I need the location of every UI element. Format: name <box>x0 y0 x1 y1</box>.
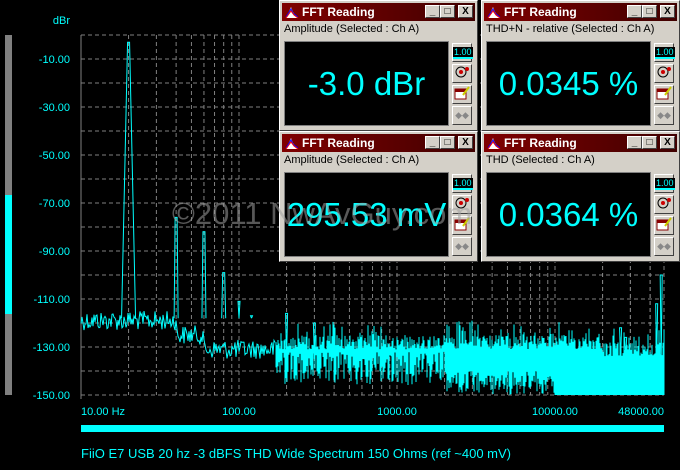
reading-value: -3.0 dBr <box>284 41 449 126</box>
minimize-button[interactable]: _ <box>627 5 642 18</box>
window-title: FFT Reading <box>504 136 577 150</box>
table-button[interactable] <box>452 216 472 235</box>
harmonic-peak <box>249 315 254 319</box>
reading-label: Amplitude (Selected : Ch A) <box>284 23 420 35</box>
app-icon <box>487 7 501 19</box>
app-icon <box>285 138 299 150</box>
navigate-arrows-button[interactable]: ◆◆ <box>452 237 472 256</box>
window-title: FFT Reading <box>302 136 375 150</box>
y-tick-label: -30.00 <box>39 102 70 114</box>
scale-icon: 1.00 <box>655 178 675 190</box>
maximize-button[interactable]: □ <box>440 5 455 18</box>
fft-reading-window-thdn[interactable]: FFT Reading _ □ X THD+N - relative (Sele… <box>481 0 680 131</box>
app-icon <box>487 138 501 150</box>
window-title: FFT Reading <box>302 5 375 19</box>
y-tick-label: -70.00 <box>39 198 70 210</box>
scale-icon: 1.00 <box>655 47 675 59</box>
fft-reading-window-thd[interactable]: FFT Reading _ □ X THD (Selected : Ch A) … <box>481 131 680 262</box>
arrows-icon: ◆◆ <box>455 241 469 251</box>
reading-label: THD+N - relative (Selected : Ch A) <box>486 23 655 35</box>
scale-button[interactable]: 1.00 <box>654 43 675 62</box>
close-button[interactable]: X <box>458 136 473 149</box>
chart-title: FiiO E7 USB 20 hz -3 dBFS THD Wide Spect… <box>81 446 511 461</box>
maximize-button[interactable]: □ <box>642 136 657 149</box>
scale-icon: 1.00 <box>453 178 473 190</box>
table-button[interactable] <box>654 85 674 104</box>
scale-button[interactable]: 1.00 <box>452 43 473 62</box>
table-edit-icon <box>656 217 672 231</box>
record-button[interactable] <box>452 64 472 83</box>
table-button[interactable] <box>654 216 674 235</box>
y-tick-label: -130.00 <box>33 342 70 354</box>
navigate-arrows-button[interactable]: ◆◆ <box>654 106 674 125</box>
close-button[interactable]: X <box>660 5 675 18</box>
scale-icon: 1.00 <box>453 47 473 59</box>
record-icon <box>455 66 469 78</box>
arrows-icon: ◆◆ <box>455 110 469 120</box>
y-axis-label: dBr <box>53 15 70 27</box>
record-icon <box>455 197 469 209</box>
minimize-button[interactable]: _ <box>425 5 440 18</box>
reading-label: Amplitude (Selected : Ch A) <box>284 154 420 166</box>
record-button[interactable] <box>654 195 674 214</box>
record-icon <box>657 197 671 209</box>
horizontal-scrollbar[interactable] <box>81 425 664 432</box>
x-tick-label: 10.00 Hz <box>81 406 125 418</box>
close-button[interactable]: X <box>660 136 675 149</box>
minimize-button[interactable]: _ <box>425 136 440 149</box>
title-bar[interactable]: FFT Reading _ □ X <box>484 134 677 152</box>
reading-label: THD (Selected : Ch A) <box>486 154 595 166</box>
scale-button[interactable]: 1.00 <box>452 174 473 193</box>
y-tick-label: -10.00 <box>39 54 70 66</box>
maximize-button[interactable]: □ <box>440 136 455 149</box>
level-bar-fill <box>5 195 12 314</box>
y-tick-label: -150.00 <box>33 390 70 402</box>
title-bar[interactable]: FFT Reading _ □ X <box>282 134 475 152</box>
fft-reading-window-amplitude-mv[interactable]: FFT Reading _ □ X Amplitude (Selected : … <box>279 131 478 262</box>
y-tick-label: -50.00 <box>39 150 70 162</box>
close-button[interactable]: X <box>458 5 473 18</box>
arrows-icon: ◆◆ <box>657 110 671 120</box>
scale-button[interactable]: 1.00 <box>654 174 675 193</box>
fft-reading-window-amplitude-dbr[interactable]: FFT Reading _ □ X Amplitude (Selected : … <box>279 0 478 131</box>
x-tick-label: 48000.00 <box>618 406 664 418</box>
x-tick-label: 10000.00 <box>532 406 578 418</box>
table-button[interactable] <box>452 85 472 104</box>
maximize-button[interactable]: □ <box>642 5 657 18</box>
navigate-arrows-button[interactable]: ◆◆ <box>452 106 472 125</box>
reading-value: 0.0364 % <box>486 172 651 257</box>
record-icon <box>657 66 671 78</box>
app-icon <box>285 7 299 19</box>
noise-floor-trace <box>275 320 665 395</box>
record-button[interactable] <box>654 64 674 83</box>
title-bar[interactable]: FFT Reading _ □ X <box>484 3 677 21</box>
reading-value: 0.0345 % <box>486 41 651 126</box>
spectrum-trace-low <box>80 311 276 359</box>
table-edit-icon <box>454 217 470 231</box>
title-bar[interactable]: FFT Reading _ □ X <box>282 3 475 21</box>
y-tick-label: -90.00 <box>39 246 70 258</box>
navigate-arrows-button[interactable]: ◆◆ <box>654 237 674 256</box>
minimize-button[interactable]: _ <box>627 136 642 149</box>
y-tick-label: -110.00 <box>34 294 71 306</box>
table-edit-icon <box>656 86 672 100</box>
window-title: FFT Reading <box>504 5 577 19</box>
x-tick-label: 100.00 <box>222 406 256 418</box>
reading-value: 295.53 mV <box>284 172 449 257</box>
table-edit-icon <box>454 86 470 100</box>
arrows-icon: ◆◆ <box>657 241 671 251</box>
x-tick-label: 1000.00 <box>377 406 417 418</box>
record-button[interactable] <box>452 195 472 214</box>
